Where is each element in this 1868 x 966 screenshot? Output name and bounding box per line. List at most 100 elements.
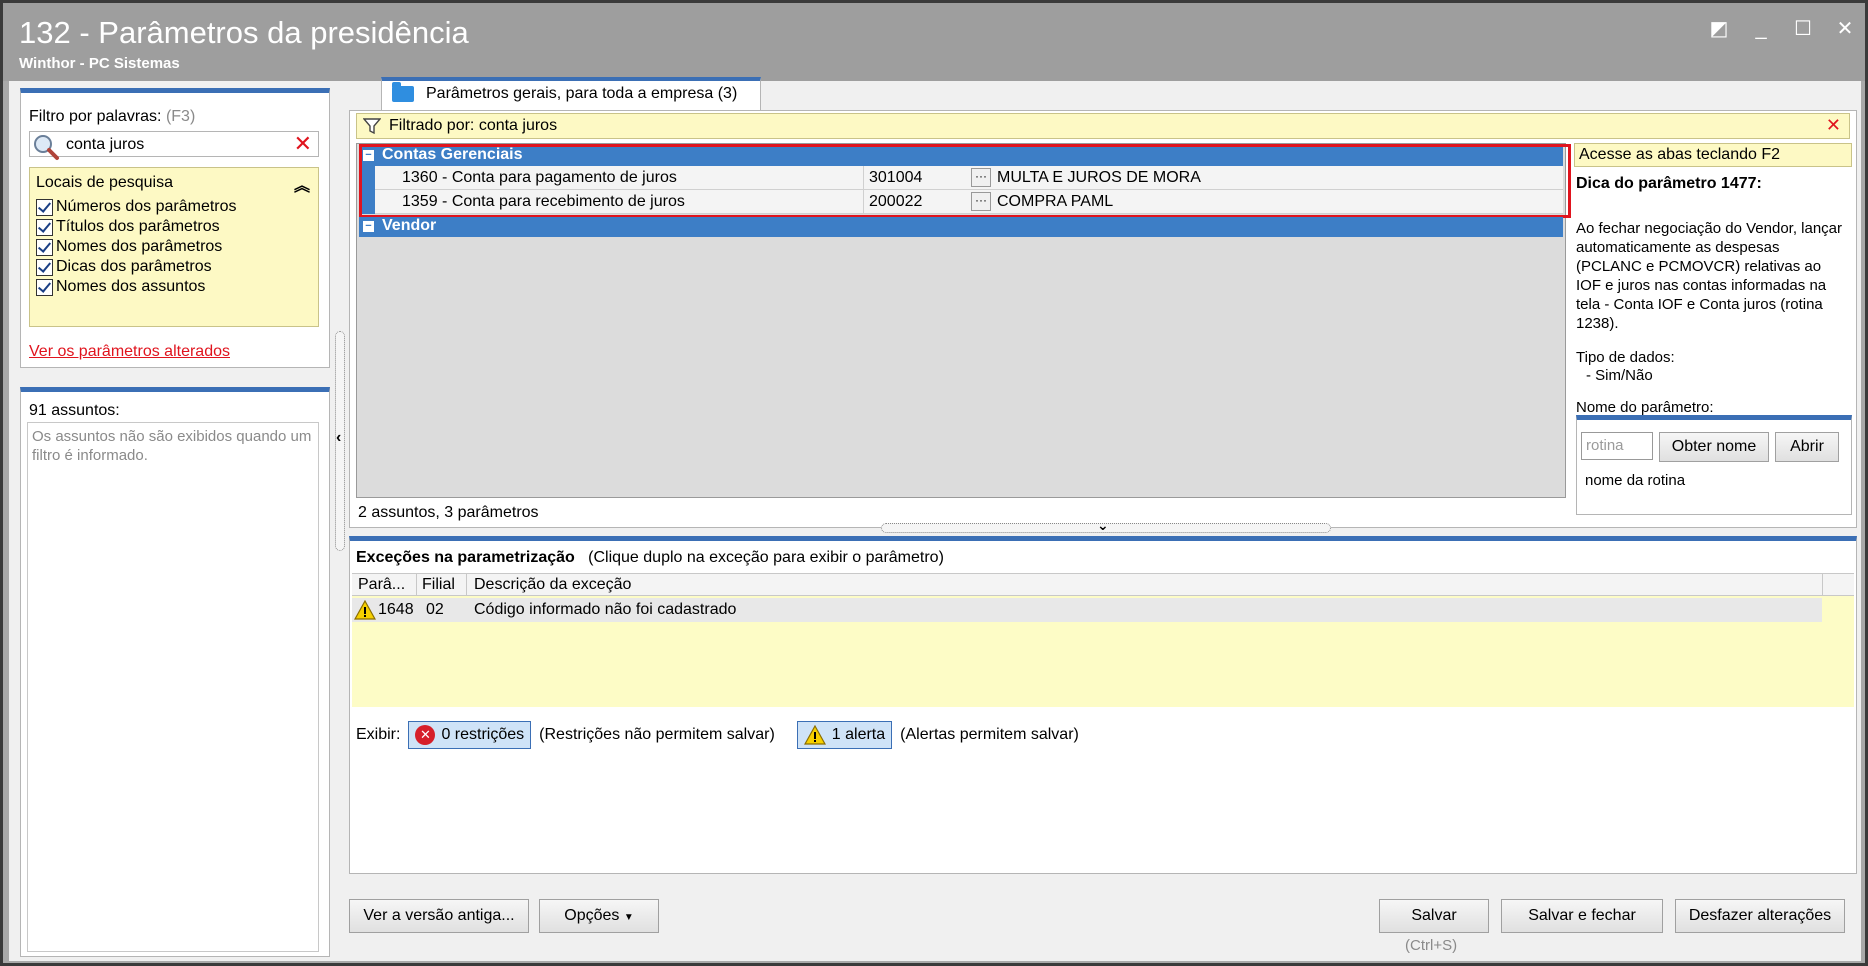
clear-filter-bar-icon[interactable]: ✕ [1826,115,1841,136]
group-header-vendor[interactable]: − Vendor [359,217,1563,237]
exception-param: 1648 [378,601,414,618]
tip-text: Ao fechar negociação do Vendor, lançar a… [1576,220,1843,332]
group-header-contas[interactable]: − Contas Gerenciais [359,146,1563,166]
title-bar: 132 - Parâmetros da presidência Winthor … [3,3,1865,81]
parameters-grid: − Contas Gerenciais 1360 - Conta para pa… [356,143,1571,498]
column-divider [416,574,417,596]
clear-filter-icon[interactable]: ✕ [294,132,312,156]
exceptions-grid: Parâ... Filial Descrição da exceção 1648… [352,573,1854,707]
subjects-count: 91 assuntos: [29,402,120,419]
tip-title: Dica do parâmetro 1477: [1576,175,1762,192]
parameter-row[interactable]: 1360 - Conta para pagamento de juros 301… [359,166,1563,190]
option-label: Nomes dos assuntos [56,278,206,295]
option-label: Nomes dos parâmetros [56,238,223,255]
subjects-list[interactable]: Os assuntos não são exibidos quando um f… [27,422,319,952]
options-label: Opções [564,907,620,924]
row-indent [359,166,375,190]
close-icon[interactable]: ✕ [1835,19,1855,39]
checkbox-checked-icon[interactable] [36,278,53,296]
parameter-value[interactable]: 200022 [869,193,922,211]
parameter-value[interactable]: 301004 [869,169,922,187]
column-header-param[interactable]: Parâ... [358,576,405,594]
exceptions-title: Exceções na parametrização (Clique duplo… [356,549,944,567]
collapse-up-icon[interactable]: ︽ [294,172,310,196]
warning-icon [354,600,376,620]
window-title: 132 - Parâmetros da presidência [19,15,469,50]
checkbox-checked-icon[interactable] [36,198,53,216]
window-subtitle: Winthor - PC Sistemas [19,55,180,72]
summary-text: 2 assuntos, 3 parâmetros [358,504,539,521]
column-header-desc[interactable]: Descrição da exceção [474,576,631,594]
filter-shortcut: (F3) [165,108,196,125]
options-button[interactable]: Opções ▼ [539,899,659,933]
old-version-button[interactable]: Ver a versão antiga... [349,899,529,933]
exception-desc: Código informado não foi cadastrado [474,601,737,618]
minimize-icon[interactable]: _ [1751,19,1771,39]
help-panel: Acesse as abas teclando F2 Dica do parâm… [1574,143,1852,527]
maximize-icon[interactable]: ☐ [1793,19,1813,39]
alerts-note: (Alertas permitem salvar) [900,726,1079,743]
tab-general-params[interactable]: Parâmetros gerais, para toda a empresa (… [381,77,761,111]
option-numeros[interactable]: Números dos parâmetros [36,198,237,216]
option-nomes[interactable]: Nomes dos parâmetros [36,238,222,256]
tab-count: (3) [717,85,738,102]
caret-down-icon: ▼ [623,912,634,923]
data-type-value: - Sim/Não [1586,367,1653,384]
alerts-toggle[interactable]: 1 alerta [796,721,893,749]
filter-label-text: Filtro por palavras: [29,108,162,125]
column-divider [863,166,864,190]
filter-label: Filtro por palavras: (F3) [29,108,195,126]
param-name-box: rotina Obter nome Abrir nome da rotina [1576,415,1852,515]
undo-changes-button[interactable]: Desfazer alterações [1675,899,1845,933]
rotina-caption: nome da rotina [1585,472,1686,489]
tab-label-text: Parâmetros gerais, para toda a empresa [426,85,714,102]
parameter-name: 1360 - Conta para pagamento de juros [402,169,677,186]
checkbox-checked-icon[interactable] [36,218,53,236]
funnel-icon [363,118,381,135]
f2-hint: Acesse as abas teclando F2 [1574,143,1852,167]
filter-input[interactable]: conta juros ✕ [29,131,319,160]
application-window: 132 - Parâmetros da presidência Winthor … [0,0,1868,966]
rotina-input[interactable]: rotina [1581,432,1653,460]
restrictions-note: (Restrições não permitem salvar) [539,726,775,743]
option-label: Números dos parâmetros [56,198,237,215]
row-indent [359,190,375,214]
ellipsis-button[interactable]: ··· [971,192,991,211]
filtered-text: Filtrado por: conta juros [389,117,558,134]
exception-row[interactable]: 1648 02 Código informado não foi cadastr… [352,598,1822,622]
chevron-left-icon[interactable]: ‹ [336,429,341,447]
collapse-minus-icon[interactable]: − [363,221,374,232]
option-assuntos[interactable]: Nomes dos assuntos [36,278,205,296]
group-name: Contas Gerenciais [382,146,523,163]
restore-icon[interactable]: ◩ [1709,19,1729,39]
checkbox-checked-icon[interactable] [36,258,53,276]
save-button[interactable]: Salvar [1379,899,1489,933]
abrir-button[interactable]: Abrir [1775,432,1839,462]
parameters-panel: Filtrado por: conta juros ✕ − Contas Ger… [349,110,1857,528]
option-titulos[interactable]: Títulos dos parâmetros [36,218,220,236]
changed-params-link[interactable]: Ver os parâmetros alterados [29,343,230,361]
exceptions-header: Parâ... Filial Descrição da exceção [352,574,1854,596]
group-name: Vendor [382,217,437,234]
ellipsis-button[interactable]: ··· [971,168,991,187]
exceptions-hint: (Clique duplo na exceção para exibir o p… [588,549,944,566]
column-header-filial[interactable]: Filial [422,576,455,594]
column-divider [863,190,864,214]
exceptions-panel: Exceções na parametrização (Clique duplo… [349,536,1857,874]
save-close-button[interactable]: Salvar e fechar [1501,899,1663,933]
option-label: Dicas dos parâmetros [56,258,212,275]
checkbox-checked-icon[interactable] [36,238,53,256]
parameter-description: COMPRA PAML [997,193,1114,210]
chevron-down-icon[interactable]: ⌄ [1097,517,1109,534]
filtered-bar: Filtrado por: conta juros ✕ [356,113,1850,139]
parameter-row[interactable]: 1359 - Conta para recebimento de juros 2… [359,190,1563,214]
warning-icon [803,725,826,745]
obter-nome-button[interactable]: Obter nome [1659,432,1769,462]
restrictions-toggle[interactable]: ✕ 0 restrições [408,721,532,749]
parameter-description: MULTA E JUROS DE MORA [997,169,1201,186]
window-controls: ◩ _ ☐ ✕ [1709,19,1855,39]
subjects-panel: 91 assuntos: Os assuntos não são exibido… [20,387,330,957]
option-dicas[interactable]: Dicas dos parâmetros [36,258,212,276]
collapse-minus-icon[interactable]: − [363,150,374,161]
column-divider [1822,574,1823,596]
